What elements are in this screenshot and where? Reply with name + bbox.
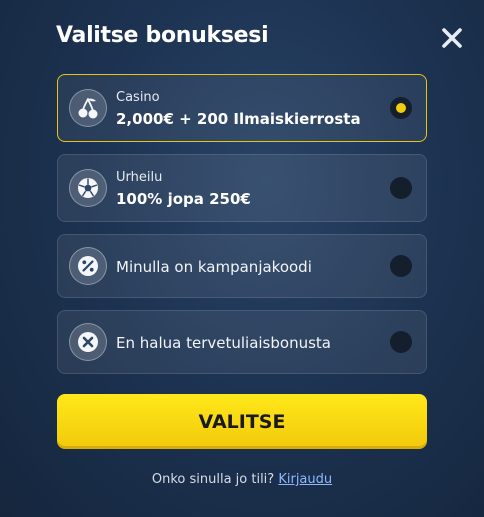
- option-offer: 2,000€ + 200 Ilmaiskierrosta: [116, 110, 361, 128]
- close-button[interactable]: [438, 24, 466, 52]
- x-circle-icon: [69, 323, 107, 361]
- option-no-bonus[interactable]: En halua tervetuliaisbonusta: [57, 310, 427, 374]
- option-sports[interactable]: Urheilu 100% jopa 250€: [57, 154, 427, 222]
- login-link[interactable]: Kirjaudu: [278, 472, 332, 487]
- option-offer: 100% jopa 250€: [116, 190, 251, 208]
- login-question: Onko sinulla jo tili?: [151, 472, 275, 487]
- radio-no-bonus[interactable]: [390, 331, 412, 353]
- cherry-icon: [69, 89, 107, 127]
- option-promo-code[interactable]: Minulla on kampanjakoodi: [57, 234, 427, 298]
- option-category: Urheilu: [116, 170, 163, 185]
- option-casino[interactable]: Casino 2,000€ + 200 Ilmaiskierrosta: [57, 74, 427, 142]
- login-prompt: Onko sinulla jo tili? Kirjaudu: [0, 472, 484, 487]
- radio-casino[interactable]: [390, 97, 412, 119]
- football-icon: [69, 169, 107, 207]
- percent-icon: [69, 247, 107, 285]
- option-label: Minulla on kampanjakoodi: [116, 258, 312, 276]
- option-label: En halua tervetuliaisbonusta: [116, 334, 331, 352]
- select-button[interactable]: VALITSE: [57, 394, 427, 449]
- radio-promo-code[interactable]: [390, 255, 412, 277]
- radio-sports[interactable]: [390, 177, 412, 199]
- option-category: Casino: [116, 90, 160, 105]
- modal-title: Valitse bonuksesi: [56, 23, 269, 48]
- close-icon: [442, 28, 462, 48]
